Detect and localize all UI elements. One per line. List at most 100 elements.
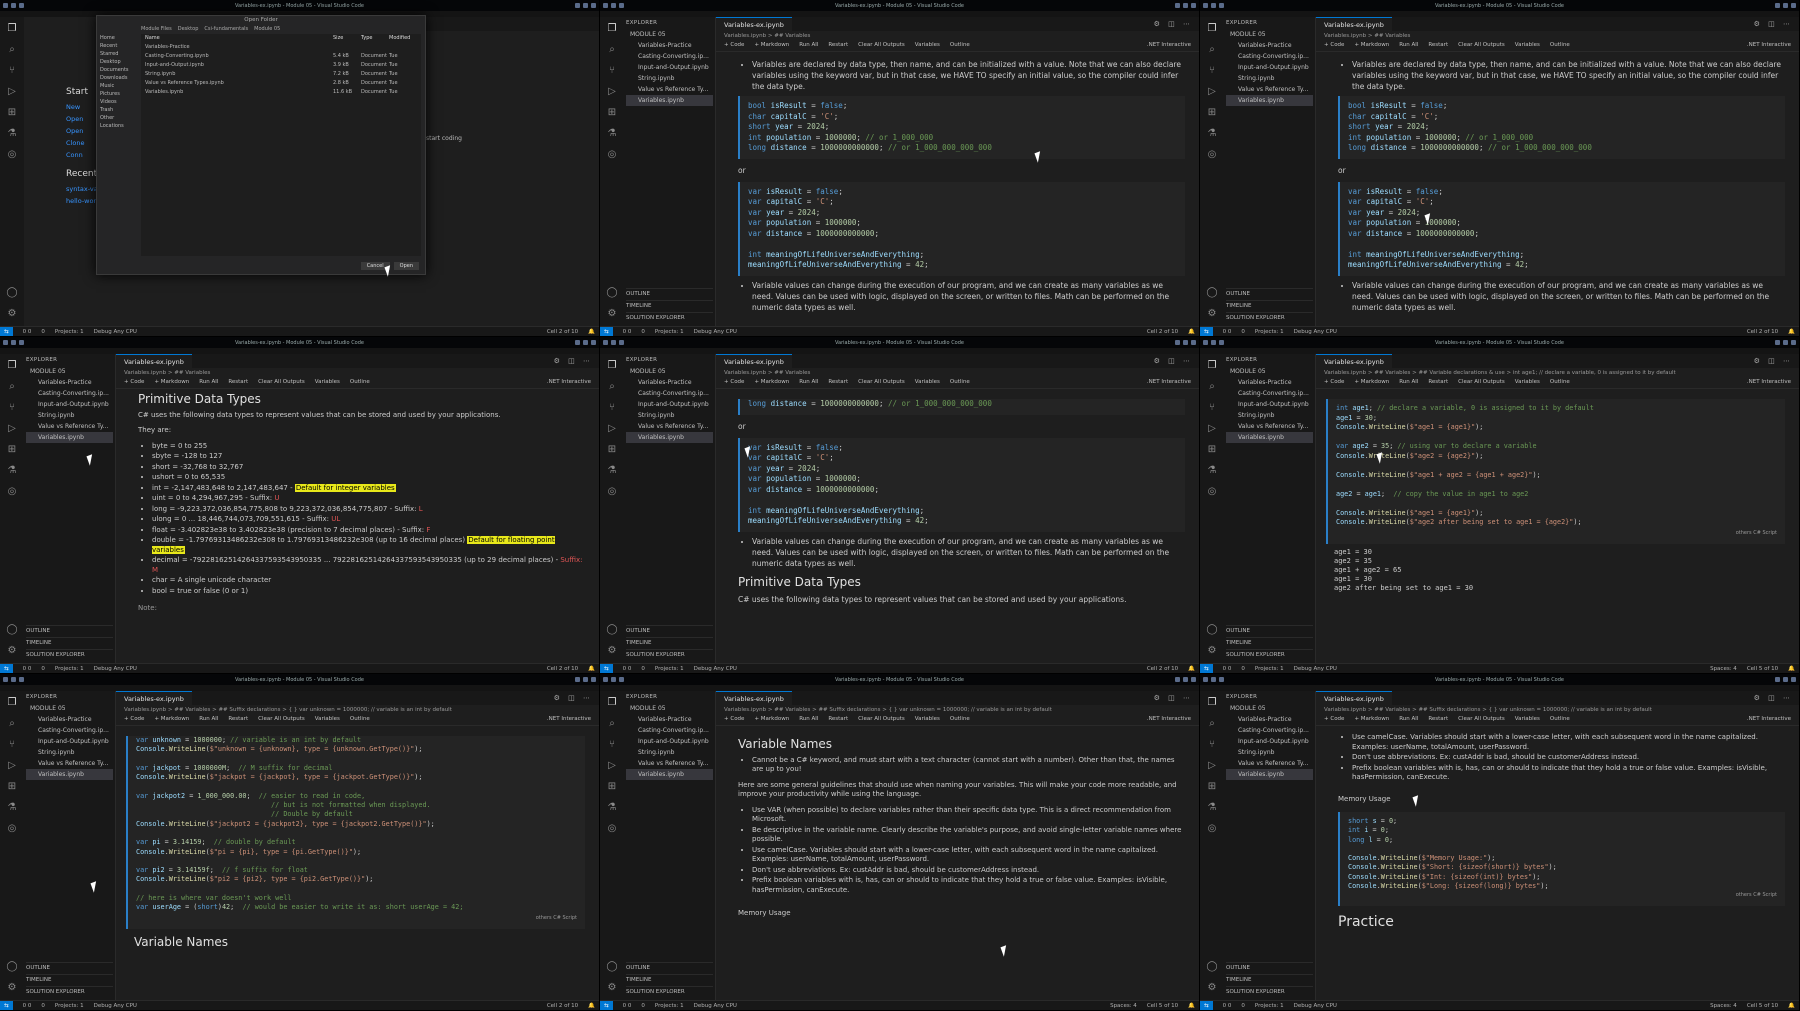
explorer-footer-section[interactable]: OUTLINE xyxy=(26,962,113,974)
toolbar-button[interactable]: Restart xyxy=(228,716,248,724)
toolbar-button[interactable]: Outline xyxy=(350,716,370,724)
cell-position[interactable]: Cell 2 of 10 xyxy=(1147,666,1178,672)
project-count[interactable]: Projects: 1 xyxy=(1255,329,1284,335)
file-row[interactable]: Variables.ipynb 11.6 kB Document Tue xyxy=(141,88,421,97)
dialog-place[interactable]: Pictures xyxy=(100,90,138,98)
path-segment[interactable]: Module Files xyxy=(141,26,172,33)
tab-variables-ex[interactable]: Variables-ex.ipynb xyxy=(716,691,792,705)
toolbar-button[interactable]: + Code xyxy=(724,42,744,50)
toolbar-button[interactable]: Variables xyxy=(315,379,340,387)
extensions-icon[interactable]: ⊞ xyxy=(6,781,18,793)
explorer-file-item[interactable]: Input-and-Output.ipynb xyxy=(26,736,113,747)
problems-count[interactable]: 0 0 xyxy=(1223,666,1232,672)
gear-icon[interactable]: ⚙ xyxy=(1206,308,1218,320)
source-control-icon[interactable]: ⑂ xyxy=(1206,739,1218,751)
account-icon[interactable]: ◯ xyxy=(1206,287,1218,299)
toolbar-button[interactable]: + Code xyxy=(724,716,744,724)
toolbar-button[interactable]: Outline xyxy=(950,42,970,50)
source-control-icon[interactable]: ⑂ xyxy=(6,65,18,77)
explorer-footer-section[interactable]: SOLUTION EXPLORER xyxy=(1226,312,1313,324)
remote-icon[interactable]: ◎ xyxy=(606,149,618,161)
explorer-file-item[interactable]: Variables.ipynb xyxy=(626,769,713,780)
explorer-file-item[interactable]: Casting-Converting.ip... xyxy=(1226,388,1313,399)
code-cell[interactable]: var isResult = false; var capitalC = 'C'… xyxy=(738,437,1185,532)
tab-variables-ex[interactable]: Variables-ex.ipynb xyxy=(716,17,792,31)
build-config[interactable]: Debug Any CPU xyxy=(694,1003,737,1009)
files-icon[interactable]: ❐ xyxy=(6,360,18,372)
explorer-section[interactable]: MODULE 05 xyxy=(1226,29,1313,40)
account-icon[interactable]: ◯ xyxy=(1206,961,1218,973)
remote-indicator[interactable]: ⇆ xyxy=(1200,1000,1213,1010)
explorer-footer-section[interactable]: OUTLINE xyxy=(626,625,713,637)
remote-icon[interactable]: ◎ xyxy=(1206,149,1218,161)
toolbar-button[interactable]: Outline xyxy=(1550,379,1570,387)
column-header[interactable]: Type xyxy=(361,35,389,42)
toolbar-button[interactable]: Variables xyxy=(1515,42,1540,50)
indent-spaces[interactable]: Spaces: 4 xyxy=(1710,1003,1737,1009)
extensions-icon[interactable]: ⊞ xyxy=(6,107,18,119)
toolbar-button[interactable]: Outline xyxy=(1550,716,1570,724)
kernel-picker[interactable]: .NET Interactive xyxy=(1147,716,1191,724)
bell-icon[interactable]: 🔔 xyxy=(1188,666,1195,672)
ports-count[interactable]: 0 xyxy=(41,666,45,672)
dialog-place[interactable]: Downloads xyxy=(100,74,138,82)
toolbar-button[interactable]: Restart xyxy=(828,42,848,50)
explorer-section[interactable]: MODULE 05 xyxy=(26,366,113,377)
explorer-file-item[interactable]: Variables.ipynb xyxy=(26,432,113,443)
breadcrumb[interactable]: Variables.ipynb > ## Variables > ## Suff… xyxy=(116,705,599,715)
cell-position[interactable]: Cell 5 of 10 xyxy=(1747,666,1778,672)
toolbar-button[interactable]: Restart xyxy=(828,379,848,387)
bell-icon[interactable]: 🔔 xyxy=(1788,1003,1795,1009)
kernel-picker[interactable]: .NET Interactive xyxy=(547,716,591,724)
build-config[interactable]: Debug Any CPU xyxy=(694,666,737,672)
file-row[interactable]: Input-and-Output.ipynb 3.9 kB Document Tue xyxy=(141,61,421,70)
search-icon[interactable]: ⌕ xyxy=(606,718,618,730)
build-config[interactable]: Debug Any CPU xyxy=(94,329,137,335)
code-cell[interactable]: long distance = 1000000000000; // or 1_0… xyxy=(738,399,1185,415)
explorer-section[interactable]: MODULE 05 xyxy=(626,29,713,40)
run-debug-icon[interactable]: ▷ xyxy=(606,86,618,98)
gear-icon[interactable]: ⚙ xyxy=(606,645,618,657)
toolbar-button[interactable]: Outline xyxy=(950,379,970,387)
dialog-place[interactable]: Trash xyxy=(100,106,138,114)
cell-position[interactable]: Cell 2 of 10 xyxy=(1147,329,1178,335)
breadcrumb[interactable]: Variables.ipynb > ## Variables > ## Suff… xyxy=(716,705,1199,715)
explorer-file-item[interactable]: Variables-Practice xyxy=(1226,714,1313,725)
explorer-footer-section[interactable]: OUTLINE xyxy=(1226,962,1313,974)
explorer-footer-section[interactable]: OUTLINE xyxy=(626,962,713,974)
indent-spaces[interactable]: Spaces: 4 xyxy=(1710,666,1737,672)
project-count[interactable]: Projects: 1 xyxy=(55,1003,84,1009)
explorer-file-item[interactable]: Variables.ipynb xyxy=(1226,95,1313,106)
account-icon[interactable]: ◯ xyxy=(606,287,618,299)
dialog-place[interactable]: Music xyxy=(100,82,138,90)
remote-indicator[interactable]: ⇆ xyxy=(1200,326,1213,336)
remote-indicator[interactable]: ⇆ xyxy=(600,663,613,673)
source-control-icon[interactable]: ⑂ xyxy=(1206,65,1218,77)
toolbar-button[interactable]: Restart xyxy=(1428,379,1448,387)
explorer-footer-section[interactable]: TIMELINE xyxy=(1226,300,1313,312)
toolbar-button[interactable]: Run All xyxy=(799,716,818,724)
account-icon[interactable]: ◯ xyxy=(606,961,618,973)
explorer-file-item[interactable]: String.ipynb xyxy=(626,410,713,421)
explorer-file-item[interactable]: Input-and-Output.ipynb xyxy=(626,62,713,73)
gear-icon[interactable]: ⚙ xyxy=(606,982,618,994)
toolbar-button[interactable]: Run All xyxy=(799,42,818,50)
explorer-footer-section[interactable]: SOLUTION EXPLORER xyxy=(626,312,713,324)
search-icon[interactable]: ⌕ xyxy=(1206,44,1218,56)
explorer-file-item[interactable]: Variables.ipynb xyxy=(1226,769,1313,780)
run-debug-icon[interactable]: ▷ xyxy=(1206,760,1218,772)
remote-icon[interactable]: ◎ xyxy=(6,486,18,498)
source-control-icon[interactable]: ⑂ xyxy=(6,739,18,751)
run-debug-icon[interactable]: ▷ xyxy=(1206,423,1218,435)
build-config[interactable]: Debug Any CPU xyxy=(94,666,137,672)
testing-icon[interactable]: ⚗ xyxy=(606,128,618,140)
explorer-footer-section[interactable]: OUTLINE xyxy=(26,625,113,637)
files-icon[interactable]: ❐ xyxy=(6,23,18,35)
explorer-footer-section[interactable]: TIMELINE xyxy=(626,637,713,649)
explorer-file-item[interactable]: Input-and-Output.ipynb xyxy=(26,399,113,410)
bell-icon[interactable]: 🔔 xyxy=(1788,329,1795,335)
cell-language[interactable]: others C# Script xyxy=(1336,528,1777,539)
editor-actions[interactable]: ⚙ ◫ ⋯ xyxy=(548,691,599,705)
breadcrumb[interactable]: Variables.ipynb > ## Variables xyxy=(716,31,1199,41)
testing-icon[interactable]: ⚗ xyxy=(6,128,18,140)
